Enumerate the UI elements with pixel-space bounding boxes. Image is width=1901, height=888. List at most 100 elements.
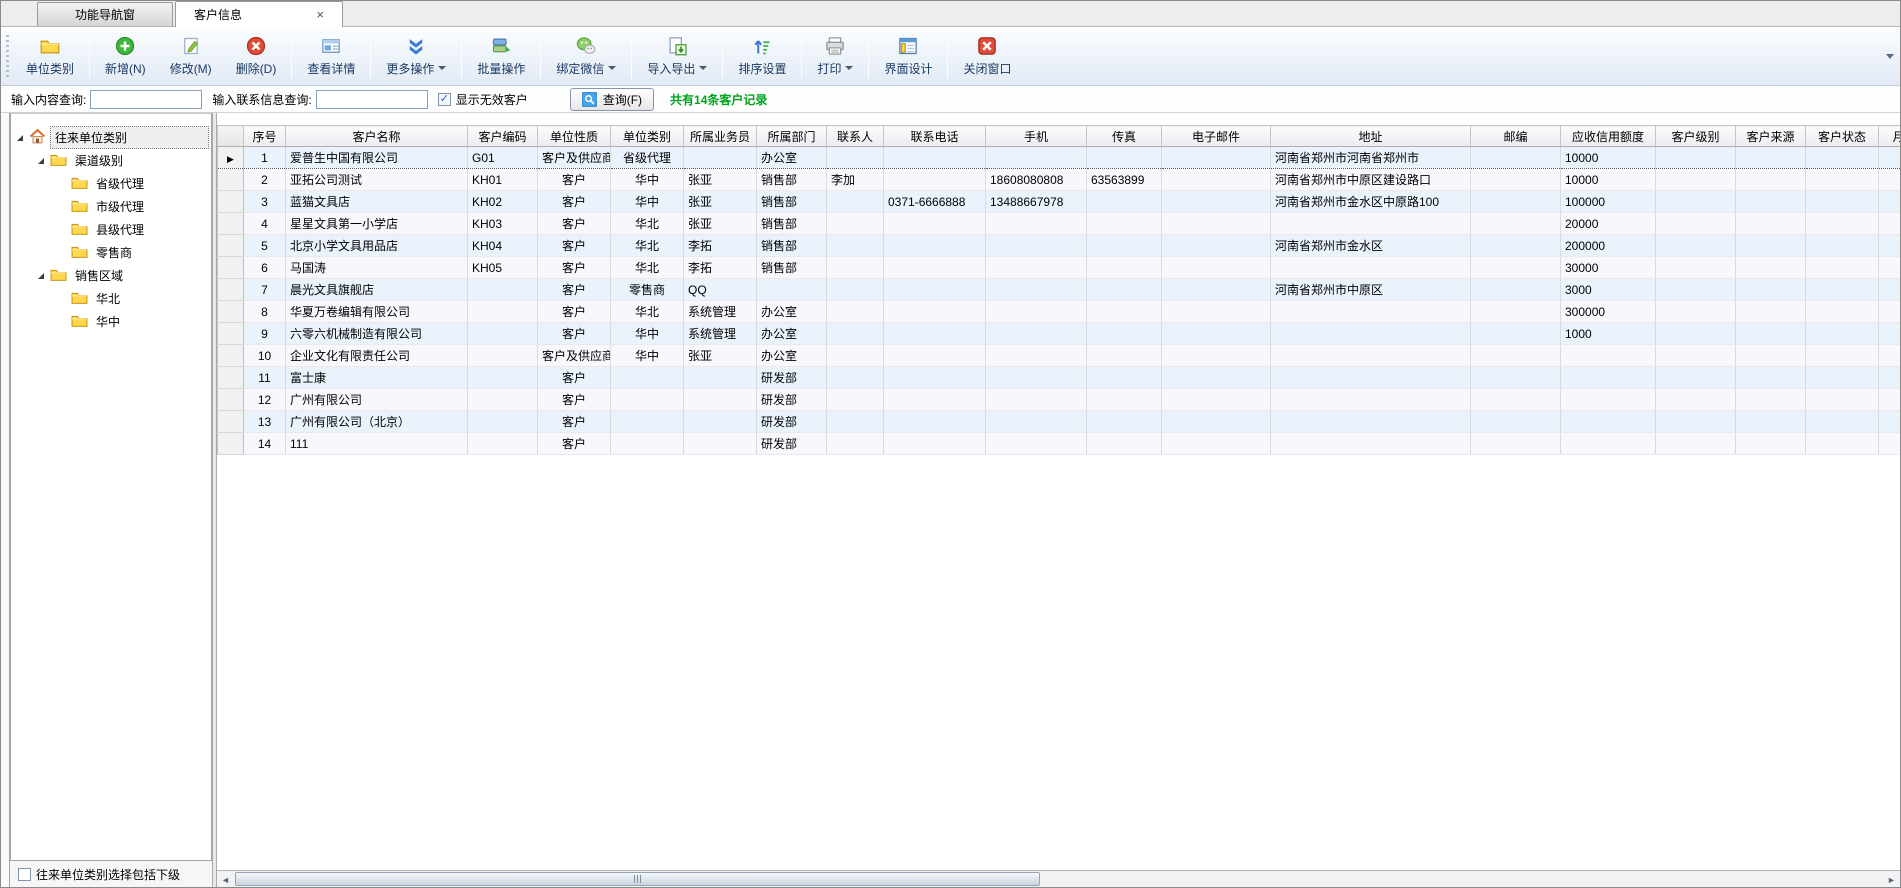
table-cell[interactable] (1561, 411, 1656, 433)
table-cell[interactable] (1471, 257, 1561, 279)
table-cell[interactable] (1879, 367, 1901, 389)
table-cell[interactable] (1879, 235, 1901, 257)
table-cell[interactable]: 6 (244, 257, 286, 279)
tree-item-县级代理[interactable]: 县级代理 (11, 218, 211, 241)
table-cell[interactable]: KH05 (468, 257, 538, 279)
table-cell[interactable] (827, 213, 884, 235)
table-cell[interactable] (1087, 235, 1162, 257)
table-cell[interactable]: 客户 (538, 257, 611, 279)
table-cell[interactable]: 客户 (538, 169, 611, 191)
row-header-cell[interactable] (218, 345, 244, 367)
table-cell[interactable] (1806, 213, 1879, 235)
table-cell[interactable]: 30000 (1561, 257, 1656, 279)
column-header[interactable]: 所属部门 (757, 126, 827, 147)
row-header-cell[interactable] (218, 257, 244, 279)
table-cell[interactable] (468, 323, 538, 345)
toolbar-grip[interactable] (5, 35, 10, 78)
table-cell[interactable] (1471, 169, 1561, 191)
table-cell[interactable] (1087, 433, 1162, 455)
table-cell[interactable] (468, 367, 538, 389)
table-cell[interactable] (1879, 433, 1901, 455)
table-cell[interactable]: 张亚 (684, 191, 757, 213)
table-cell[interactable]: 广州有限公司 (286, 389, 468, 411)
table-cell[interactable]: QQ (684, 279, 757, 301)
wechat-button[interactable]: 绑定微信 (544, 29, 628, 84)
column-header[interactable]: 序号 (244, 126, 286, 147)
expander-icon[interactable] (38, 158, 44, 164)
table-cell[interactable] (986, 433, 1087, 455)
table-cell[interactable] (1806, 433, 1879, 455)
table-cell[interactable] (1736, 433, 1806, 455)
table-cell[interactable] (1471, 279, 1561, 301)
table-cell[interactable]: 蓝猫文具店 (286, 191, 468, 213)
table-cell[interactable] (1087, 301, 1162, 323)
delete-button[interactable]: 删除(D) (224, 29, 289, 84)
table-cell[interactable]: 客户 (538, 191, 611, 213)
table-cell[interactable]: 客户及供应商 (538, 345, 611, 367)
tree-item-零售商[interactable]: 零售商 (11, 241, 211, 264)
table-cell[interactable] (1087, 213, 1162, 235)
table-cell[interactable]: 研发部 (757, 411, 827, 433)
table-cell[interactable]: 客户 (538, 411, 611, 433)
table-cell[interactable]: 客户 (538, 367, 611, 389)
table-cell[interactable]: 8 (244, 301, 286, 323)
table-cell[interactable]: 客户 (538, 235, 611, 257)
table-cell[interactable] (1806, 279, 1879, 301)
table-cell[interactable]: 111 (286, 433, 468, 455)
table-cell[interactable]: 客户 (538, 389, 611, 411)
table-cell[interactable]: 亚拓公司测试 (286, 169, 468, 191)
table-cell[interactable] (1561, 433, 1656, 455)
table-cell[interactable]: 办公室 (757, 323, 827, 345)
table-cell[interactable]: 系统管理 (684, 301, 757, 323)
sort-button[interactable]: 排序设置 (726, 29, 798, 84)
table-cell[interactable] (1271, 367, 1471, 389)
table-cell[interactable]: 六零六机械制造有限公司 (286, 323, 468, 345)
query-button[interactable]: 查询(F) (570, 88, 654, 111)
table-cell[interactable] (1806, 323, 1879, 345)
table-cell[interactable] (1806, 257, 1879, 279)
table-cell[interactable] (1471, 147, 1561, 169)
impexp-button[interactable]: 导入导出 (635, 29, 719, 84)
row-header-cell[interactable] (218, 367, 244, 389)
add-button[interactable]: 新增(N) (93, 29, 158, 84)
table-cell[interactable] (1736, 389, 1806, 411)
table-cell[interactable] (1879, 389, 1901, 411)
table-cell[interactable] (1736, 345, 1806, 367)
table-cell[interactable]: 4 (244, 213, 286, 235)
table-cell[interactable] (468, 345, 538, 367)
table-cell[interactable] (1736, 169, 1806, 191)
table-cell[interactable]: 零售商 (611, 279, 684, 301)
table-cell[interactable] (1656, 235, 1736, 257)
table-cell[interactable] (1879, 279, 1901, 301)
table-cell[interactable]: 张亚 (684, 169, 757, 191)
table-cell[interactable] (1806, 147, 1879, 169)
row-header-cell[interactable] (218, 389, 244, 411)
table-cell[interactable] (1162, 433, 1271, 455)
table-cell[interactable] (1162, 301, 1271, 323)
table-cell[interactable]: 办公室 (757, 147, 827, 169)
table-cell[interactable]: 客户 (538, 301, 611, 323)
table-cell[interactable] (1271, 323, 1471, 345)
more-button[interactable]: 更多操作 (374, 29, 458, 84)
row-header-cell[interactable] (218, 191, 244, 213)
table-cell[interactable]: G01 (468, 147, 538, 169)
row-header-cell[interactable] (218, 433, 244, 455)
table-cell[interactable]: 河南省郑州市中原区建设路口 (1271, 169, 1471, 191)
table-cell[interactable]: 18608080808 (986, 169, 1087, 191)
table-cell[interactable] (1879, 323, 1901, 345)
table-cell[interactable]: 省级代理 (611, 147, 684, 169)
table-cell[interactable] (1471, 367, 1561, 389)
column-header[interactable]: 单位性质 (538, 126, 611, 147)
detail-button[interactable]: 查看详情 (295, 29, 367, 84)
table-row[interactable]: 10企业文化有限责任公司客户及供应商华中张亚办公室 (218, 345, 1901, 367)
table-cell[interactable]: 300000 (1561, 301, 1656, 323)
expander-icon[interactable] (38, 273, 44, 279)
table-cell[interactable] (1736, 367, 1806, 389)
scrollbar-thumb[interactable] (235, 872, 1040, 886)
table-cell[interactable]: 研发部 (757, 389, 827, 411)
contact-query-input[interactable] (316, 90, 428, 109)
table-cell[interactable] (1806, 169, 1879, 191)
table-cell[interactable]: 李拓 (684, 235, 757, 257)
table-row[interactable]: 7晨光文具旗舰店客户零售商QQ河南省郑州市中原区3000 (218, 279, 1901, 301)
horizontal-scrollbar[interactable]: ◄ ► (217, 870, 1900, 887)
